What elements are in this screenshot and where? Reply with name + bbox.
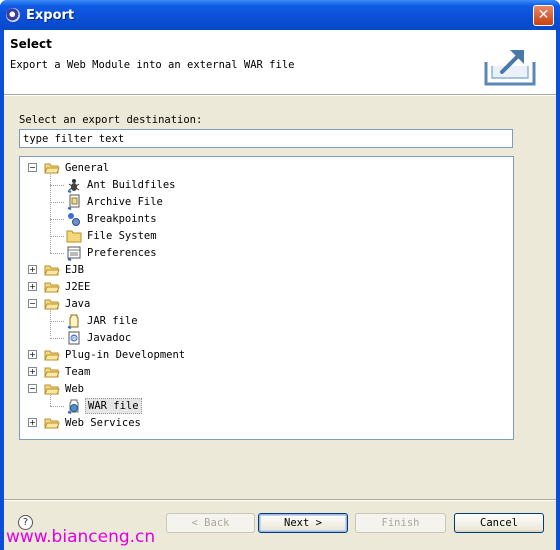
- tree-node-java[interactable]: − Java: [28, 295, 92, 312]
- tree-node-label: General: [65, 161, 110, 174]
- page-description: Export a Web Module into an external WAR…: [10, 59, 295, 71]
- folder-icon: [44, 367, 60, 377]
- collapse-toggle[interactable]: −: [28, 384, 37, 393]
- expand-toggle[interactable]: +: [28, 265, 37, 274]
- collapse-toggle[interactable]: −: [28, 299, 37, 308]
- tree-node-label: Preferences: [87, 246, 157, 259]
- tree-connector: [50, 202, 64, 203]
- tree-node-team[interactable]: + Team: [28, 363, 92, 380]
- title-bar[interactable]: Export ✕: [0, 0, 560, 30]
- wizard-header: Select Export a Web Module into an exter…: [4, 30, 556, 94]
- folder-open-icon: [44, 163, 60, 173]
- tree-node-web-services[interactable]: + Web Services: [28, 414, 143, 431]
- export-wizard-icon: [484, 50, 536, 86]
- folder-icon: [44, 418, 60, 428]
- tree-node-breakpoints[interactable]: Breakpoints: [66, 210, 159, 227]
- jar-file-icon: [67, 314, 79, 329]
- expand-toggle[interactable]: +: [28, 282, 37, 291]
- tree-node-label: EJB: [65, 263, 84, 276]
- finish-button[interactable]: Finish: [355, 513, 446, 533]
- folder-icon: [44, 350, 60, 360]
- tree-node-label: Web: [65, 382, 84, 395]
- tree-node-war-file[interactable]: WAR file: [66, 397, 142, 414]
- footer-separator: [4, 499, 556, 501]
- tree-node-label: Ant Buildfiles: [87, 178, 176, 191]
- tree-connector: [50, 321, 64, 322]
- expand-toggle[interactable]: +: [28, 350, 37, 359]
- tree-node-ant-buildfiles[interactable]: Ant Buildfiles: [66, 176, 178, 193]
- dialog-client: Select Export a Web Module into an exter…: [4, 30, 556, 550]
- ant-icon: [67, 178, 80, 193]
- window-title: Export: [26, 8, 75, 23]
- svg-text:@: @: [72, 335, 76, 342]
- tree-node-archive-file[interactable]: Archive File: [66, 193, 165, 210]
- back-button[interactable]: < Back: [166, 513, 255, 533]
- tree-connector: [50, 219, 64, 220]
- tree-node-label: Breakpoints: [87, 212, 157, 225]
- tree-connector: [50, 185, 64, 186]
- tree-connector: [50, 338, 64, 339]
- tree-node-plugin-development[interactable]: + Plug-in Development: [28, 346, 187, 363]
- collapse-toggle[interactable]: −: [28, 163, 37, 172]
- tree-node-file-system[interactable]: File System: [66, 227, 159, 244]
- tree-node-label: Web Services: [65, 416, 141, 429]
- tree-node-label: Java: [65, 297, 91, 310]
- header-separator: [4, 94, 556, 96]
- eclipse-icon: [6, 8, 20, 22]
- expand-toggle[interactable]: +: [28, 367, 37, 376]
- tree-node-label: WAR file: [85, 397, 142, 414]
- export-dialog: Export ✕ Select Export a Web Module into…: [0, 0, 560, 550]
- folder-open-icon: [44, 384, 60, 394]
- page-title: Select: [10, 37, 52, 51]
- folder-icon: [44, 265, 60, 275]
- tree-node-preferences[interactable]: Preferences: [66, 244, 159, 261]
- war-file-icon: [67, 399, 79, 414]
- tree-node-label: Team: [65, 365, 91, 378]
- archive-file-icon: [67, 194, 80, 210]
- tree-node-general[interactable]: − General: [28, 159, 111, 176]
- tree-connector: [50, 308, 51, 336]
- tree-node-label: Javadoc: [87, 331, 132, 344]
- tree-node-j2ee[interactable]: + J2EE: [28, 278, 92, 295]
- expand-toggle[interactable]: +: [28, 418, 37, 427]
- watermark-text: www.bianceng.cn: [6, 527, 156, 547]
- close-button[interactable]: ✕: [533, 5, 554, 26]
- select-destination-label: Select an export destination:: [19, 114, 203, 126]
- tree-node-jar-file[interactable]: JAR file: [66, 312, 140, 329]
- tree-node-label: File System: [87, 229, 157, 242]
- tree-node-label: Plug-in Development: [65, 348, 186, 361]
- tree-node-label: J2EE: [65, 280, 91, 293]
- next-button[interactable]: Next >: [258, 513, 348, 533]
- tree-connector: [50, 236, 64, 237]
- tree-connector: [50, 406, 64, 407]
- breakpoints-icon: [68, 212, 80, 226]
- tree-node-label: JAR file: [87, 314, 138, 327]
- tree-node-web[interactable]: − Web: [28, 380, 86, 397]
- folder-open-icon: [44, 299, 60, 309]
- tree-node-javadoc[interactable]: @ Javadoc: [66, 329, 133, 346]
- preferences-icon: [67, 246, 81, 261]
- filter-input[interactable]: [19, 129, 513, 148]
- destination-tree[interactable]: − General Ant Buildfiles Archive File Br…: [19, 156, 514, 440]
- tree-connector: [50, 253, 64, 254]
- javadoc-icon: @: [68, 331, 80, 344]
- cancel-button[interactable]: Cancel: [454, 513, 544, 533]
- tree-node-ejb[interactable]: + EJB: [28, 261, 86, 278]
- folder-icon: [66, 230, 82, 242]
- tree-node-label: Archive File: [87, 195, 163, 208]
- folder-icon: [44, 282, 60, 292]
